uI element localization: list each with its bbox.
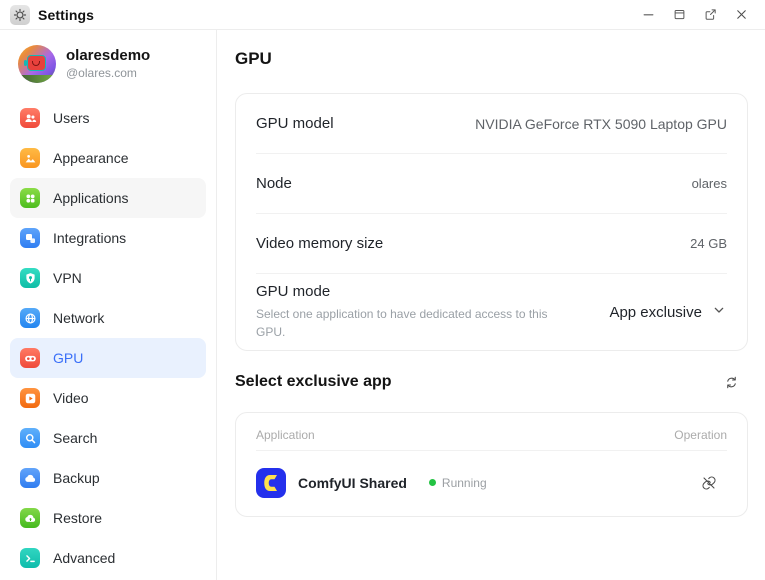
node-value: olares [691, 176, 727, 191]
gpu-mode-row: GPU mode Select one application to have … [236, 274, 747, 350]
sidebar-item-label: GPU [53, 350, 84, 366]
app-name: ComfyUI Shared [298, 474, 407, 491]
sidebar-item-appearance[interactable]: Appearance [10, 138, 206, 178]
restore-icon [20, 508, 40, 528]
table-row: ComfyUI Shared Running [236, 451, 747, 514]
minimize-button[interactable] [636, 3, 660, 27]
profile-card[interactable]: olaresdemo @olares.com [10, 44, 206, 84]
status-text: Running [441, 475, 487, 490]
maximize-button[interactable] [667, 3, 691, 27]
sidebar-item-label: Video [53, 390, 89, 406]
gpu-icon [20, 348, 40, 368]
sidebar-item-label: Network [53, 310, 105, 326]
node-label: Node [256, 175, 292, 192]
unbind-button[interactable] [697, 471, 721, 495]
sidebar-item-label: Backup [53, 470, 100, 486]
status-badge: Running [428, 475, 487, 490]
sidebar-item-label: VPN [53, 270, 82, 286]
sidebar-item-integrations[interactable]: Integrations [10, 218, 206, 258]
advanced-terminal-icon [20, 548, 40, 568]
close-button[interactable] [729, 3, 753, 27]
node-row: Node olares [236, 154, 747, 213]
backup-icon [20, 468, 40, 488]
gpu-info-card: GPU model NVIDIA GeForce RTX 5090 Laptop… [235, 93, 748, 351]
video-memory-label: Video memory size [256, 235, 384, 252]
profile-handle: @olares.com [66, 65, 137, 80]
comfyui-app-icon [256, 467, 286, 498]
search-section-icon [20, 428, 40, 448]
vpn-icon [20, 268, 40, 288]
sidebar: olaresdemo @olares.com Users Appearance … [0, 30, 217, 580]
sidebar-item-restore[interactable]: Restore [10, 498, 206, 538]
sidebar-item-label: Advanced [53, 550, 116, 566]
network-icon [20, 308, 40, 328]
exclusive-app-section-title: Select exclusive app [235, 373, 392, 390]
sidebar-item-label: Appearance [53, 150, 129, 166]
gpu-model-label: GPU model [256, 115, 334, 132]
gpu-mode-select[interactable]: App exclusive [609, 302, 727, 323]
applications-icon [20, 188, 40, 208]
settings-gear-icon [10, 4, 30, 25]
video-memory-value: 24 GB [690, 236, 727, 251]
sidebar-item-label: Restore [53, 510, 103, 526]
running-dot-icon [428, 479, 436, 486]
user-avatar [18, 45, 56, 83]
open-in-new-button[interactable] [698, 3, 722, 27]
sidebar-item-network[interactable]: Network [10, 298, 206, 338]
refresh-button[interactable] [718, 369, 744, 395]
sidebar-item-search[interactable]: Search [10, 418, 206, 458]
gpu-mode-description: Select one application to have dedicated… [256, 307, 548, 339]
application-column-header: Application [256, 427, 315, 442]
page-title: GPU [235, 49, 272, 68]
sidebar-item-label: Applications [53, 190, 129, 206]
sidebar-item-label: Search [53, 430, 98, 446]
gpu-mode-label: GPU mode [256, 283, 331, 300]
gpu-model-row: GPU model NVIDIA GeForce RTX 5090 Laptop… [236, 94, 747, 153]
sidebar-item-gpu[interactable]: GPU [10, 338, 206, 378]
video-memory-row: Video memory size 24 GB [236, 214, 747, 273]
sidebar-item-backup[interactable]: Backup [10, 458, 206, 498]
users-icon [20, 108, 40, 128]
sidebar-item-applications[interactable]: Applications [10, 178, 206, 218]
gpu-model-value: NVIDIA GeForce RTX 5090 Laptop GPU [475, 115, 727, 132]
sidebar-item-vpn[interactable]: VPN [10, 258, 206, 298]
titlebar: Settings [0, 0, 765, 30]
appearance-icon [20, 148, 40, 168]
table-header: Application Operation [236, 413, 747, 450]
sidebar-item-label: Users [53, 110, 90, 126]
chevron-down-icon [711, 302, 727, 323]
sidebar-item-label: Integrations [53, 230, 127, 246]
sidebar-item-video[interactable]: Video [10, 378, 206, 418]
exclusive-app-table: Application Operation ComfyUI Shared Run… [235, 412, 748, 517]
integrations-icon [20, 228, 40, 248]
gpu-mode-selected-value: App exclusive [609, 303, 702, 321]
video-icon [20, 388, 40, 408]
profile-name: olaresdemo [66, 47, 151, 65]
sidebar-item-users[interactable]: Users [10, 98, 206, 138]
settings-window: Settings olaresdemo @olares.com Users Ap… [0, 0, 765, 580]
window-title: Settings [38, 6, 95, 23]
main-content: GPU GPU model NVIDIA GeForce RTX 5090 La… [217, 30, 765, 580]
operation-column-header: Operation [674, 427, 727, 442]
sidebar-item-advanced[interactable]: Advanced [10, 538, 206, 578]
